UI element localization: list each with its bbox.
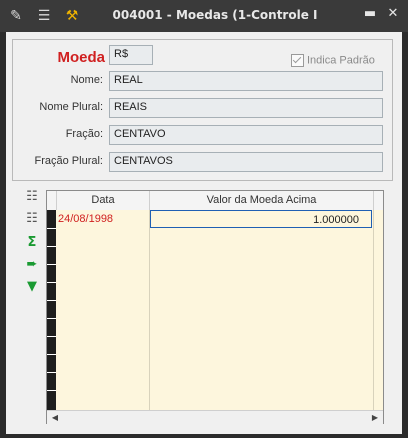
fracao-label: Fração: xyxy=(65,128,103,140)
column-divider xyxy=(373,210,374,410)
fracao-plural-field[interactable]: CENTAVOS xyxy=(109,152,383,172)
wrench-icon[interactable]: ⚒ xyxy=(62,6,82,26)
scroll-right-icon[interactable]: ▶ xyxy=(369,411,381,424)
client-area: Moeda R$ Indica Padrão Nome: REAL Nome P… xyxy=(6,32,402,434)
header-indicator xyxy=(47,191,57,210)
horizontal-scrollbar[interactable]: ◀ ▶ xyxy=(47,410,383,424)
checkbox-icon[interactable] xyxy=(291,54,304,67)
export-icon[interactable]: ➨ xyxy=(22,256,42,274)
grid-rows xyxy=(56,210,383,410)
remove-row-icon[interactable]: ☷ xyxy=(22,210,42,228)
indica-padrao-label: Indica Padrão xyxy=(307,54,375,67)
row-valor[interactable]: 1.000000 xyxy=(150,210,372,228)
add-row-icon[interactable]: ☷ xyxy=(22,188,42,206)
window: ✎ ☰ ⚒ 004001 - Moedas (1-Controle I ▬ ✕ … xyxy=(0,0,408,438)
fracao-plural-label: Fração Plural: xyxy=(34,155,103,167)
row-indicator-column xyxy=(47,210,56,410)
row-date[interactable]: 24/08/1998 xyxy=(58,210,148,228)
fracao-field[interactable]: CENTAVO xyxy=(109,125,383,145)
grid-header: Data Valor da Moeda Acima xyxy=(47,191,383,211)
moeda-label: Moeda xyxy=(57,49,105,66)
sum-icon[interactable]: Σ xyxy=(22,234,42,252)
edit-icon[interactable]: ✎ xyxy=(6,6,26,26)
close-icon[interactable]: ✕ xyxy=(386,7,400,21)
column-divider xyxy=(149,210,150,410)
nome-plural-field[interactable]: REAIS xyxy=(109,98,383,118)
minimize-icon[interactable]: ▬ xyxy=(363,7,377,21)
nome-field[interactable]: REAL xyxy=(109,71,383,91)
header-data[interactable]: Data xyxy=(57,191,150,210)
exchange-rate-grid[interactable]: Data Valor da Moeda Acima 24/08/1998 1.0… xyxy=(46,190,384,424)
currency-form-panel: Moeda R$ Indica Padrão Nome: REAL Nome P… xyxy=(12,39,393,181)
nome-plural-label: Nome Plural: xyxy=(39,101,103,113)
traffic-light-icon[interactable]: ☰ xyxy=(34,6,54,26)
table-row[interactable]: 24/08/1998 1.000000 xyxy=(56,210,374,228)
header-valor[interactable]: Valor da Moeda Acima xyxy=(150,191,374,210)
collapse-icon[interactable]: ▼ xyxy=(22,278,42,296)
window-title: 004001 - Moedas (1-Controle I xyxy=(112,8,318,22)
scroll-left-icon[interactable]: ◀ xyxy=(49,411,61,424)
nome-label: Nome: xyxy=(70,74,103,86)
title-bar[interactable]: ✎ ☰ ⚒ 004001 - Moedas (1-Controle I ▬ ✕ xyxy=(0,0,408,32)
indica-padrao-checkbox[interactable]: Indica Padrão xyxy=(291,54,375,67)
moeda-code-field[interactable]: R$ xyxy=(109,45,153,65)
